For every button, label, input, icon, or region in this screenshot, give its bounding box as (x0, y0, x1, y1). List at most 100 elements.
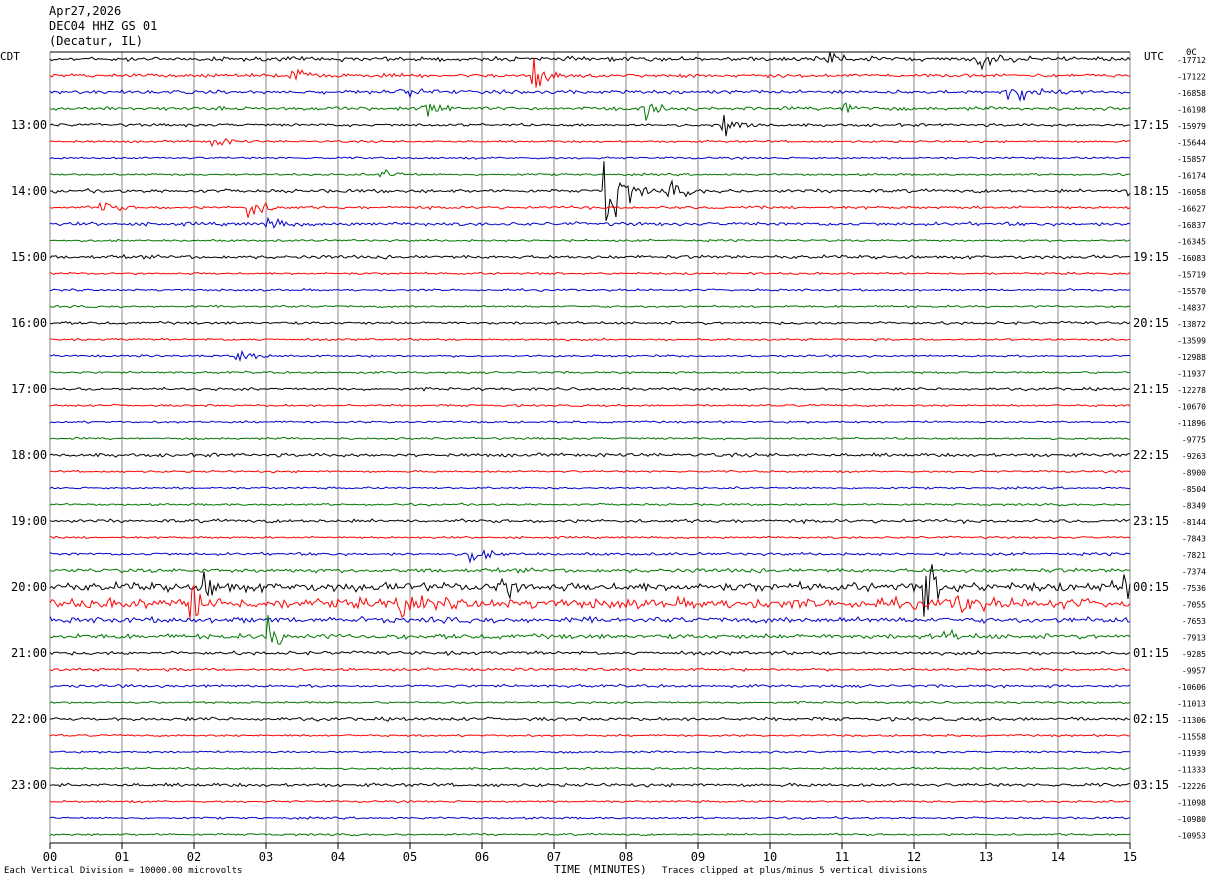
grid-lines (49, 51, 1131, 844)
right-hour-label: 21:15 (1133, 382, 1169, 396)
trace-offset-label: -7055 (1182, 601, 1206, 610)
left-timezone-label: CDT (0, 50, 20, 63)
trace-line-20 (49, 386, 1131, 392)
trace-line-37 (49, 667, 1131, 672)
x-tick-label: 10 (763, 850, 777, 864)
x-tick-label: 03 (259, 850, 273, 864)
left-hour-label: 23:00 (11, 778, 47, 792)
trace-line-36 (49, 649, 1131, 656)
trace-offset-label: -11333 (1177, 766, 1206, 775)
trace-offset-label: -11896 (1177, 419, 1206, 428)
trace-offset-label: -8900 (1182, 469, 1206, 478)
left-hour-label: 18:00 (11, 448, 47, 462)
x-tick-label: 09 (691, 850, 705, 864)
x-tick-label: 14 (1051, 850, 1065, 864)
trace-offset-label: -7843 (1182, 535, 1206, 544)
right-hour-label: 00:15 (1133, 580, 1169, 594)
trace-line-19 (49, 370, 1131, 375)
scale-note: Each Vertical Division = 10000.00 microv… (4, 866, 243, 876)
x-axis-title: TIME (MINUTES) (554, 863, 647, 876)
trace-line-24 (49, 452, 1131, 458)
right-hour-label: 17:15 (1133, 118, 1169, 132)
right-hour-label: 02:15 (1133, 712, 1169, 726)
trace-line-23 (49, 436, 1131, 441)
trace-line-5 (49, 138, 1131, 148)
trace-line-11 (49, 238, 1131, 243)
left-hour-label: 13:00 (11, 118, 47, 132)
right-hour-label: 03:15 (1133, 778, 1169, 792)
trace-line-26 (49, 486, 1131, 490)
right-hour-label: 23:15 (1133, 514, 1169, 528)
trace-offset-label: -15979 (1177, 122, 1206, 131)
trace-offset-label: -8349 (1182, 502, 1206, 511)
trace-offset-label: -16627 (1177, 205, 1206, 214)
x-tick-label: 08 (619, 850, 633, 864)
trace-offset-label: -8504 (1182, 485, 1206, 494)
trace-offset-label: -7653 (1182, 617, 1206, 626)
corner-label: 0C (1186, 48, 1197, 58)
trace-line-43 (49, 766, 1131, 771)
trace-line-40 (49, 716, 1131, 722)
trace-offset-label: -9957 (1182, 667, 1206, 676)
trace-offset-label: -15644 (1177, 139, 1206, 148)
trace-line-29 (49, 535, 1131, 540)
right-timezone-label: UTC (1144, 50, 1164, 63)
trace-line-17 (49, 337, 1131, 342)
trace-line-38 (49, 683, 1131, 689)
trace-offset-label: -10953 (1177, 832, 1206, 841)
trace-offset-label: -9263 (1182, 452, 1206, 461)
trace-line-4 (49, 114, 1131, 137)
trace-line-7 (49, 169, 1131, 178)
trace-offset-label: -16174 (1177, 172, 1206, 181)
trace-offset-label: -17122 (1177, 73, 1206, 82)
trace-offset-label: -7913 (1182, 634, 1206, 643)
x-tick-label: 06 (475, 850, 489, 864)
trace-line-30 (49, 549, 1131, 564)
trace-line-8 (49, 161, 1131, 221)
trace-line-2 (49, 87, 1131, 103)
trace-offset-label: -16837 (1177, 221, 1206, 230)
trace-line-22 (49, 420, 1131, 424)
trace-line-1 (49, 57, 1131, 88)
x-tick-label: 15 (1123, 850, 1137, 864)
right-hour-label: 19:15 (1133, 250, 1169, 264)
trace-line-12 (49, 254, 1131, 260)
trace-offset-label: -13872 (1177, 320, 1206, 329)
trace-line-0 (49, 51, 1131, 71)
helicorder-plot: 13:00 14:00 15:00 16:00 17:00 18:00 19:00 20:00… (11, 51, 1206, 864)
trace-line-46 (49, 816, 1131, 820)
trace-offset-label: -11306 (1177, 716, 1206, 725)
trace-line-31 (49, 567, 1131, 574)
trace-offset-labels: -17712-17122-16858-16198-15979-15644-158… (1177, 56, 1206, 841)
trace-offset-label: -16058 (1177, 188, 1206, 197)
x-tick-label: 13 (979, 850, 993, 864)
trace-offset-label: -7821 (1182, 551, 1206, 560)
trace-line-34 (49, 615, 1131, 625)
trace-line-10 (49, 216, 1131, 229)
trace-offset-label: -9775 (1182, 436, 1206, 445)
trace-offset-label: -14837 (1177, 304, 1206, 313)
trace-line-35 (49, 615, 1131, 645)
trace-offset-label: -11098 (1177, 799, 1206, 808)
x-tick-label: 05 (403, 850, 417, 864)
trace-offset-label: -16083 (1177, 254, 1206, 263)
x-tick-label: 04 (331, 850, 345, 864)
trace-offset-label: -7374 (1182, 568, 1206, 577)
trace-line-15 (49, 304, 1131, 309)
seismic-traces (49, 51, 1131, 837)
trace-offset-label: -16198 (1177, 106, 1206, 115)
left-hour-label: 22:00 (11, 712, 47, 726)
trace-offset-label: -13599 (1177, 337, 1206, 346)
trace-line-3 (49, 102, 1131, 121)
right-hour-label: 01:15 (1133, 646, 1169, 660)
trace-line-39 (49, 700, 1131, 705)
left-hour-label: 17:00 (11, 382, 47, 396)
trace-offset-label: -12226 (1177, 782, 1206, 791)
left-hour-label: 20:00 (11, 580, 47, 594)
left-hour-label: 15:00 (11, 250, 47, 264)
x-tick-label: 07 (547, 850, 561, 864)
trace-offset-label: -16858 (1177, 89, 1206, 98)
trace-line-45 (49, 799, 1131, 804)
trace-line-9 (49, 201, 1131, 218)
trace-line-14 (49, 287, 1131, 292)
